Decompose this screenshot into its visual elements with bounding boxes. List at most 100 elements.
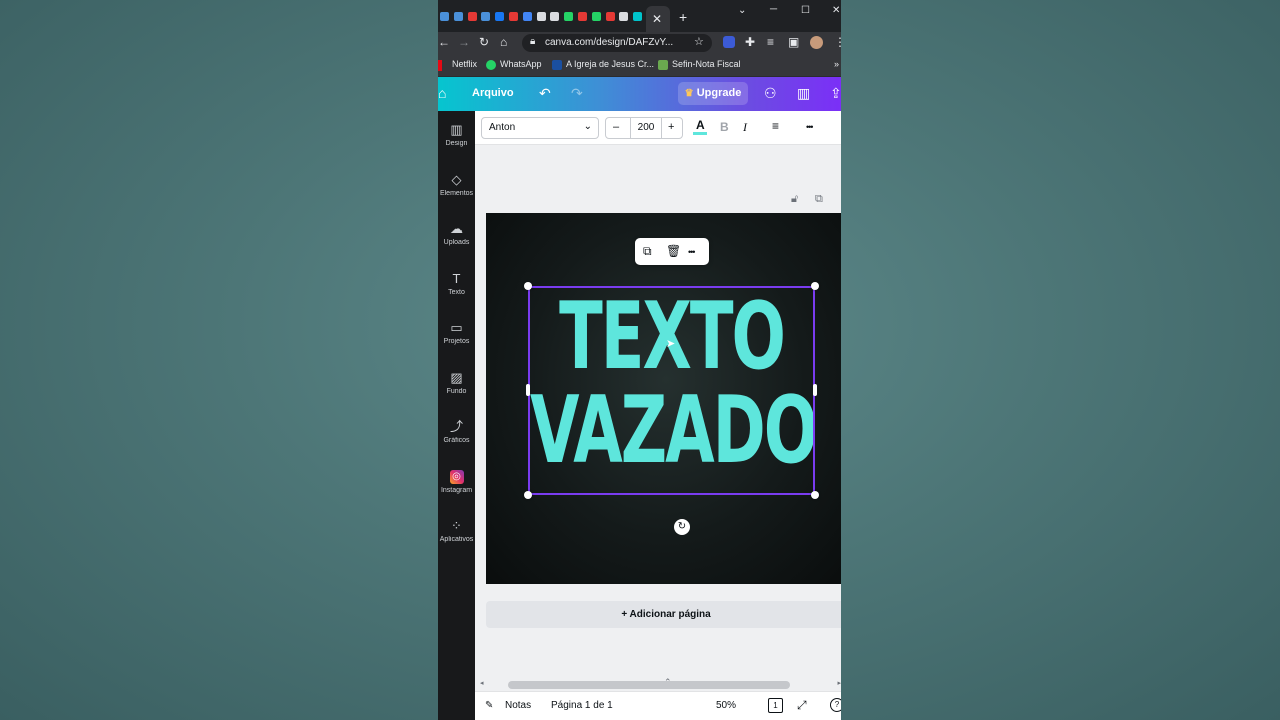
font-size-stepper[interactable]: – 200 + [605, 117, 683, 139]
bookmark-whatsapp[interactable]: WhatsApp [486, 59, 542, 70]
puzzle-icon[interactable]: ✚ [745, 35, 755, 49]
export-icon[interactable]: ⇪ [830, 85, 841, 101]
undo-icon[interactable]: ↶ [539, 85, 551, 101]
resize-handle-bottom-left[interactable] [524, 491, 532, 499]
menu-icon[interactable]: ⋮ [834, 35, 841, 49]
reload-icon[interactable]: ↻ [479, 35, 489, 49]
decrease-size-button[interactable]: – [613, 121, 619, 133]
analytics-icon[interactable]: ▥ [797, 85, 810, 101]
pinned-tab-favicon[interactable] [605, 12, 615, 21]
sidebar-item-texto[interactable]: T Texto [438, 271, 475, 296]
increase-size-button[interactable]: + [668, 121, 674, 133]
active-tab[interactable]: ✕ [646, 6, 670, 32]
bookmark-igreja[interactable]: A Igreja de Jesus Cr... [552, 59, 654, 70]
bookmark-netflix[interactable]: Netflix [452, 59, 477, 69]
duplicate-icon[interactable]: ⧉ [643, 244, 652, 258]
sidebar-item-grficos[interactable]: ⤴ Gráficos [438, 420, 475, 445]
notes-icon[interactable]: ✎ [485, 700, 493, 711]
italic-button[interactable]: I [743, 120, 747, 134]
pinned-tab-favicon[interactable] [536, 12, 546, 21]
resize-handle-right[interactable] [813, 384, 817, 396]
resize-handle-top-right[interactable] [811, 282, 819, 290]
pinned-tab-favicon[interactable] [633, 12, 643, 21]
lock-icon[interactable]: 🔓︎ [791, 193, 798, 206]
sidepanel-icon[interactable]: ▣ [788, 35, 799, 49]
sidebar-item-label: Design [445, 140, 468, 147]
profile-avatar[interactable] [810, 36, 823, 49]
tab-close-icon[interactable]: ✕ [652, 13, 662, 25]
pinned-tab-favicon[interactable] [578, 12, 587, 21]
more-options-button[interactable]: ••• [806, 120, 814, 134]
sidebar-item-aplicativos[interactable]: ⁘ Aplicativos [438, 519, 475, 544]
bookmark-sefin[interactable]: Sefin-Nota Fiscal [658, 59, 741, 70]
resize-handle-top-left[interactable] [524, 282, 532, 290]
sidebar-item-instagram[interactable]: ◎ Instagram [438, 469, 475, 494]
font-dropdown[interactable]: Anton ⌄ [481, 117, 599, 139]
pinned-tab-favicon[interactable] [591, 12, 601, 21]
sidebar-item-design[interactable]: ▥ Design [438, 122, 475, 148]
help-button[interactable]: ? [830, 698, 841, 712]
redo-icon[interactable]: ↷ [571, 85, 583, 101]
sidebar-item-fundo[interactable]: ▨ Fundo [438, 370, 475, 395]
design-canvas[interactable]: TEXTO VAZADO ➤ ↻ [486, 213, 841, 584]
more-icon[interactable]: ••• [688, 245, 696, 259]
uploads-icon: ☁ [450, 221, 463, 236]
font-size-input[interactable]: 200 [630, 118, 662, 138]
tab-strip: ✕ + ⌄ ─ ☐ ✕ [438, 0, 841, 32]
pinned-tab-favicon[interactable] [453, 12, 463, 21]
sidebar-item-projetos[interactable]: ▭ Projetos [438, 321, 475, 346]
home-icon[interactable]: ⌂ [500, 35, 507, 49]
pinned-tab-favicon[interactable] [619, 12, 629, 21]
text-color-button[interactable]: A [696, 118, 705, 132]
add-page-button[interactable]: + Adicionar página [486, 601, 841, 628]
duplicate-page-icon[interactable]: ⧉ [815, 193, 823, 206]
pinned-tab-favicon[interactable] [467, 12, 477, 21]
extension-icon[interactable] [723, 36, 735, 48]
maximize-icon[interactable]: ☐ [801, 5, 810, 17]
text-toolbar: Anton ⌄ – 200 + A B I ≡ ••• [475, 111, 841, 145]
notes-button[interactable]: Notas [505, 700, 531, 711]
sidebar-item-uploads[interactable]: ☁ Uploads [438, 221, 475, 247]
scroll-right-icon[interactable]: ▸ [837, 679, 841, 687]
star-icon[interactable]: ☆ [694, 35, 704, 49]
address-bar[interactable]: 🔒︎ canva.com/design/DAFZvY... [522, 34, 712, 52]
upgrade-button[interactable]: ♛ Upgrade [678, 82, 748, 105]
close-window-icon[interactable]: ✕ [832, 5, 840, 17]
pinned-tab-favicon[interactable] [550, 12, 560, 21]
design-icon: ▥ [450, 122, 463, 137]
sidebar-item-elementos[interactable]: ◇ Elementos [438, 171, 475, 197]
align-button[interactable]: ≡ [772, 119, 779, 133]
media-icon[interactable]: ≡ [767, 35, 774, 49]
pinned-tab-favicon[interactable] [481, 12, 491, 21]
scrollbar-thumb[interactable] [508, 681, 790, 689]
pinned-tab-favicon[interactable] [509, 12, 518, 21]
horizontal-scrollbar[interactable]: ◂ ⌃ ▸ [480, 677, 841, 689]
pinned-tab-favicon[interactable] [564, 12, 574, 21]
home-icon[interactable]: ⌂ [438, 85, 446, 101]
pages-grid-button[interactable]: 1 [768, 698, 783, 713]
new-tab-button[interactable]: + [679, 10, 687, 24]
tab-search-icon[interactable]: ⌄ [738, 5, 746, 17]
fullscreen-icon[interactable]: ⤢ [797, 698, 807, 713]
pinned-tab-favicon[interactable] [522, 12, 532, 21]
zoom-level[interactable]: 50% [716, 700, 736, 711]
scroll-left-icon[interactable]: ◂ [480, 679, 484, 687]
resize-handle-left[interactable] [526, 384, 530, 396]
pinned-tab-favicon[interactable] [495, 12, 505, 21]
rotate-handle[interactable]: ↻ [674, 519, 690, 535]
elementos-icon: ◇ [451, 171, 462, 187]
resize-handle-bottom-right[interactable] [811, 491, 819, 499]
minimize-icon[interactable]: ─ [770, 4, 777, 16]
bold-button[interactable]: B [720, 120, 729, 134]
file-menu-button[interactable]: Arquivo [472, 87, 514, 99]
back-icon[interactable]: ← [438, 35, 450, 49]
trash-icon[interactable]: 🗑︎ [666, 244, 681, 258]
sidebar-item-label: Instagram [440, 486, 473, 494]
chevron-up-icon[interactable]: ⌃ [664, 677, 672, 688]
share-people-icon[interactable]: ⚇ [764, 85, 777, 101]
forward-icon[interactable]: → [458, 35, 470, 49]
bookmarks-overflow-icon[interactable]: » [834, 59, 839, 69]
sidebar-item-label: Gráficos [443, 437, 470, 444]
church-icon [552, 59, 562, 70]
pinned-tab-favicon[interactable] [440, 12, 449, 21]
